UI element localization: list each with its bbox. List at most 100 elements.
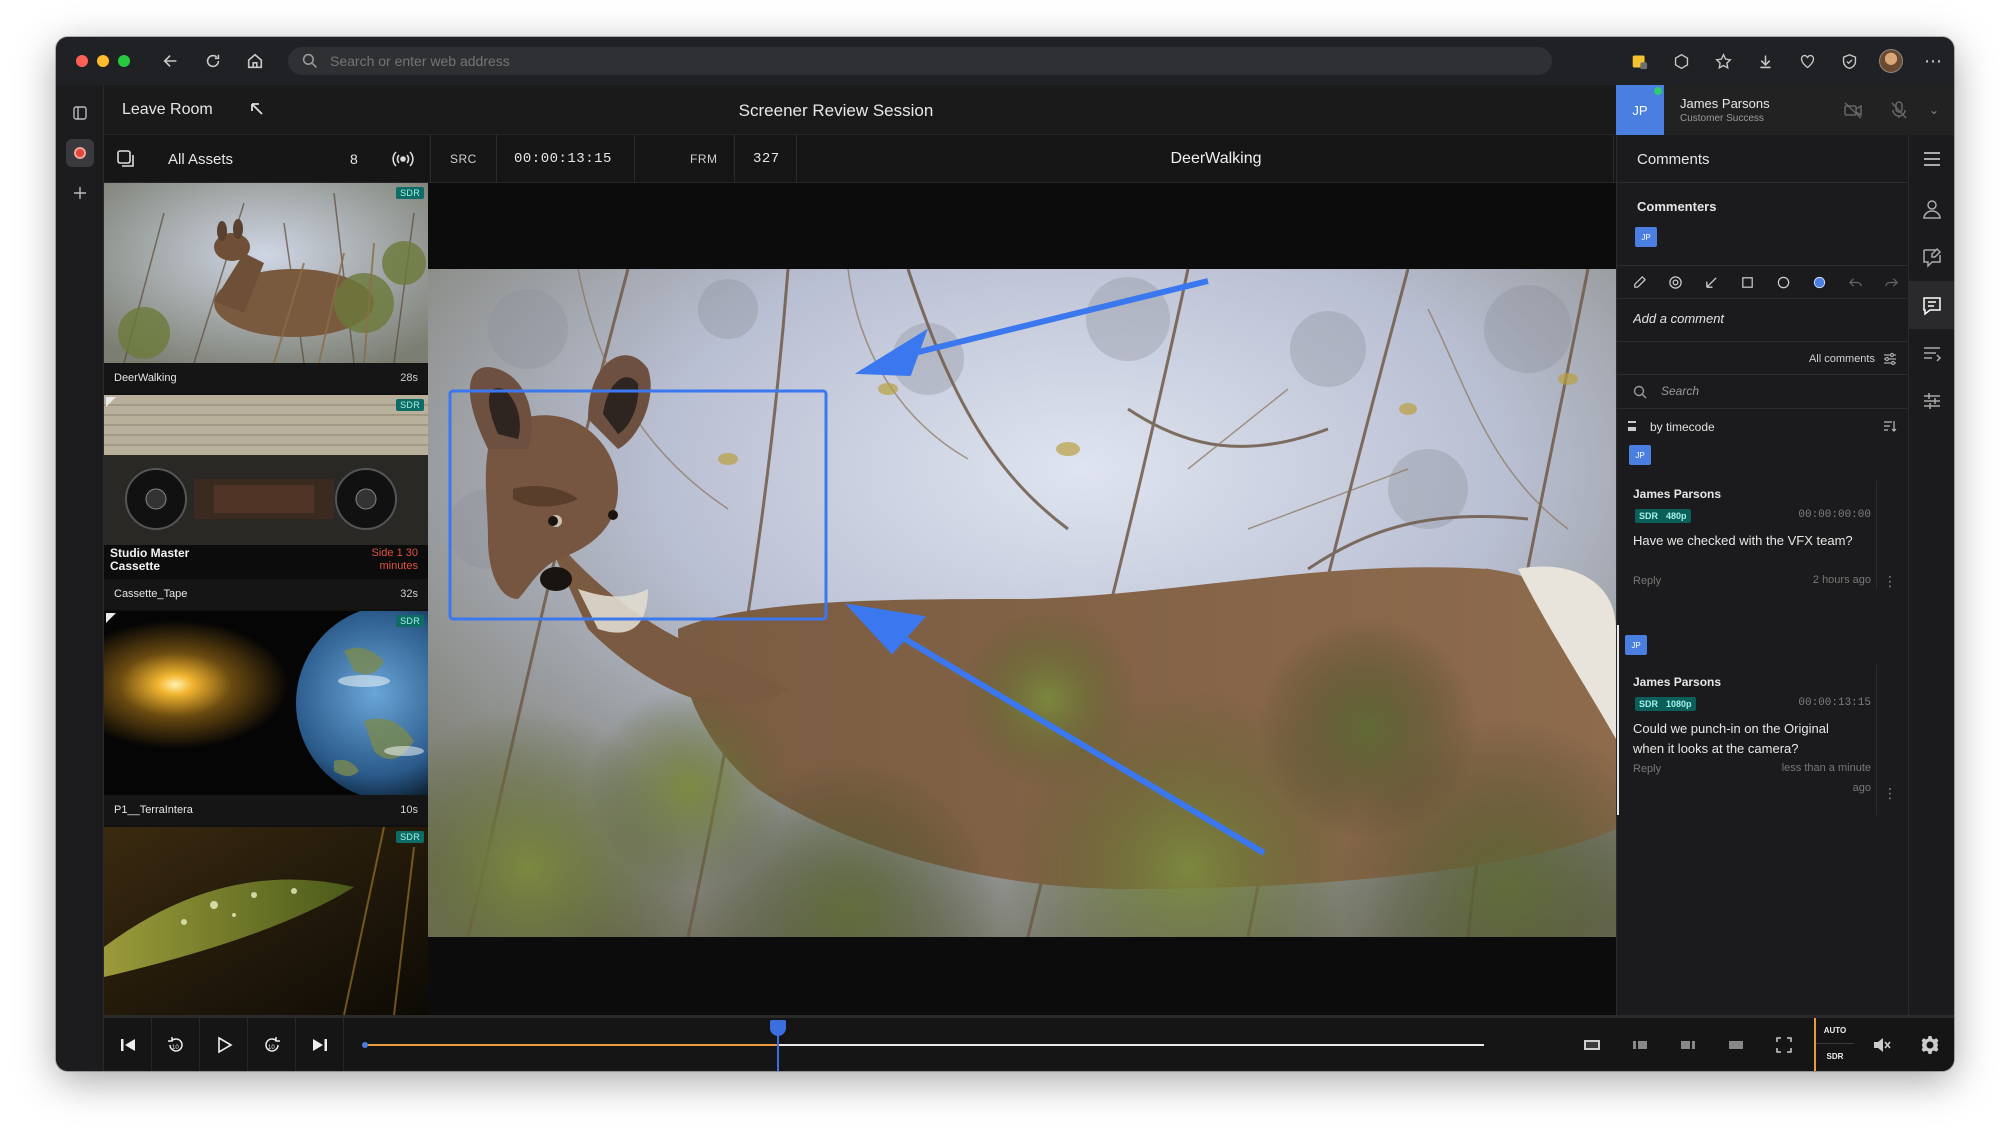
skip-to-start-icon[interactable] bbox=[104, 1018, 152, 1071]
user-name: James Parsons bbox=[1680, 96, 1770, 111]
comment-initials: JP bbox=[1635, 450, 1645, 460]
asset-card-leaf[interactable]: SDR bbox=[104, 827, 428, 1015]
asset-card-cassette-tape[interactable]: SDR Studio Master Cassette Side 1 30 min… bbox=[104, 395, 428, 609]
timeline-scrubber[interactable] bbox=[352, 1018, 1512, 1071]
maximize-window-button[interactable] bbox=[118, 55, 130, 67]
person-icon[interactable] bbox=[1909, 185, 1954, 233]
home-icon[interactable] bbox=[240, 46, 270, 76]
record-icon[interactable] bbox=[65, 139, 94, 167]
more-vertical-icon[interactable]: ⋮ bbox=[1883, 785, 1897, 802]
address-bar[interactable] bbox=[288, 47, 1552, 75]
comment-search bbox=[1617, 375, 1909, 409]
all-assets-label[interactable]: All Assets bbox=[168, 151, 233, 168]
session-title: Screener Review Session bbox=[738, 101, 934, 120]
display-mode-toggle[interactable]: AUTO SDR bbox=[1814, 1018, 1854, 1071]
color-picker-icon[interactable] bbox=[1801, 265, 1837, 299]
comment-filter[interactable]: All comments bbox=[1617, 341, 1909, 375]
comment-item[interactable]: JP James Parsons SDR 480p 00:00:00:00 Ha… bbox=[1617, 445, 1909, 589]
src-timecode: 00:00:13:15 bbox=[514, 151, 612, 167]
comment-time: less than a minute ago bbox=[1781, 762, 1871, 794]
health-icon[interactable] bbox=[1786, 37, 1828, 85]
commenters-label: Commenters bbox=[1637, 199, 1717, 214]
redo-icon[interactable] bbox=[1873, 265, 1909, 299]
comment-initials: JP bbox=[1631, 640, 1641, 650]
user-avatar[interactable]: JP bbox=[1616, 85, 1664, 135]
chevron-down-icon[interactable]: ⌄ bbox=[1922, 103, 1946, 117]
notes-extension-icon[interactable] bbox=[1618, 37, 1660, 85]
video-stage bbox=[428, 183, 1616, 1015]
asset-card-terraintera[interactable]: SDR P1__TerraIntera 10s bbox=[104, 611, 428, 825]
commenter-avatar[interactable]: JP bbox=[1635, 227, 1657, 247]
asset-duration: 32s bbox=[400, 588, 418, 600]
reply-button[interactable]: Reply bbox=[1633, 763, 1661, 775]
mute-icon[interactable] bbox=[1858, 1018, 1906, 1071]
user-info: James Parsons Customer Success bbox=[1680, 96, 1830, 124]
asset-card-deerwalking[interactable]: SDR DeerWalking 28s bbox=[104, 183, 428, 393]
filter-sliders-icon[interactable] bbox=[1883, 352, 1897, 366]
microphone-off-icon[interactable] bbox=[1876, 85, 1922, 135]
divider bbox=[496, 135, 497, 183]
circle-tool-icon[interactable] bbox=[1765, 265, 1801, 299]
window-controls bbox=[76, 55, 130, 67]
settings-gear-icon[interactable] bbox=[1906, 1018, 1954, 1071]
browser-window: ⋯ Leave Room Screener Review Session JP … bbox=[56, 37, 1954, 1071]
comment-item[interactable]: JP James Parsons SDR 1080p 00:00:13:15 C… bbox=[1617, 625, 1909, 815]
side-rail bbox=[1908, 135, 1954, 1015]
view-single-icon[interactable] bbox=[1568, 1018, 1616, 1071]
minimize-window-button[interactable] bbox=[97, 55, 109, 67]
reply-button[interactable]: Reply bbox=[1633, 575, 1661, 587]
undo-icon[interactable] bbox=[1837, 265, 1873, 299]
list-arrow-icon[interactable] bbox=[1909, 329, 1954, 377]
extensions-icon[interactable] bbox=[1660, 37, 1702, 85]
rectangle-tool-icon[interactable] bbox=[1729, 265, 1765, 299]
playhead[interactable] bbox=[777, 1032, 780, 1071]
tag-resolution: 1080p bbox=[1666, 699, 1692, 709]
thumbnail-overlay-title: Studio Master Cassette bbox=[110, 546, 190, 573]
asset-meta: P1__TerraIntera 10s bbox=[104, 795, 428, 825]
comment-timecode[interactable]: 00:00:13:15 bbox=[1798, 697, 1871, 709]
rewind-10-icon[interactable]: 10 bbox=[152, 1018, 200, 1071]
video-frame[interactable] bbox=[428, 269, 1616, 937]
download-icon[interactable] bbox=[1744, 37, 1786, 85]
address-input[interactable] bbox=[330, 53, 930, 69]
favorites-icon[interactable] bbox=[1702, 37, 1744, 85]
browser-toolbar: ⋯ bbox=[56, 37, 1954, 85]
asset-meta: DeerWalking 28s bbox=[104, 363, 428, 393]
view-right-icon[interactable] bbox=[1664, 1018, 1712, 1071]
user-initials: JP bbox=[1632, 102, 1648, 118]
hamburger-menu-icon[interactable] bbox=[1909, 135, 1954, 183]
play-icon[interactable] bbox=[200, 1018, 248, 1071]
add-icon[interactable] bbox=[56, 173, 104, 213]
add-comment-input[interactable] bbox=[1633, 311, 1893, 326]
annotation-tools bbox=[1617, 265, 1909, 299]
view-left-icon[interactable] bbox=[1616, 1018, 1664, 1071]
close-window-button[interactable] bbox=[76, 55, 88, 67]
pencil-tool-icon[interactable] bbox=[1621, 265, 1657, 299]
sort-control[interactable]: by timecode bbox=[1617, 411, 1909, 441]
profile-avatar-icon[interactable] bbox=[1870, 37, 1912, 85]
broadcast-icon[interactable] bbox=[392, 149, 414, 169]
sidebar-toggle-icon[interactable] bbox=[56, 93, 104, 133]
target-tool-icon[interactable] bbox=[1657, 265, 1693, 299]
sort-direction-icon[interactable] bbox=[1883, 419, 1897, 433]
sort-label: by timecode bbox=[1650, 420, 1715, 434]
comment-search-input[interactable] bbox=[1661, 384, 1881, 398]
comment-avatar: JP bbox=[1625, 635, 1647, 655]
forward-10-icon[interactable]: 10 bbox=[248, 1018, 296, 1071]
more-vertical-icon[interactable]: ⋮ bbox=[1883, 573, 1897, 590]
more-options-icon[interactable]: ⋯ bbox=[1912, 37, 1954, 85]
comments-icon[interactable] bbox=[1909, 281, 1954, 329]
shield-icon[interactable] bbox=[1828, 37, 1870, 85]
comment-timecode[interactable]: 00:00:00:00 bbox=[1798, 509, 1871, 521]
reload-icon[interactable] bbox=[198, 46, 228, 76]
view-full-icon[interactable] bbox=[1712, 1018, 1760, 1071]
adjustments-icon[interactable] bbox=[1909, 377, 1954, 425]
skip-to-end-icon[interactable] bbox=[296, 1018, 344, 1071]
fullscreen-icon[interactable] bbox=[1760, 1018, 1808, 1071]
back-arrow-icon[interactable] bbox=[156, 46, 186, 76]
assets-icon[interactable] bbox=[116, 149, 136, 169]
annotate-comment-icon[interactable] bbox=[1909, 233, 1954, 281]
online-status-icon bbox=[1654, 87, 1662, 95]
camera-off-icon[interactable] bbox=[1830, 85, 1876, 135]
arrow-tool-icon[interactable] bbox=[1693, 265, 1729, 299]
